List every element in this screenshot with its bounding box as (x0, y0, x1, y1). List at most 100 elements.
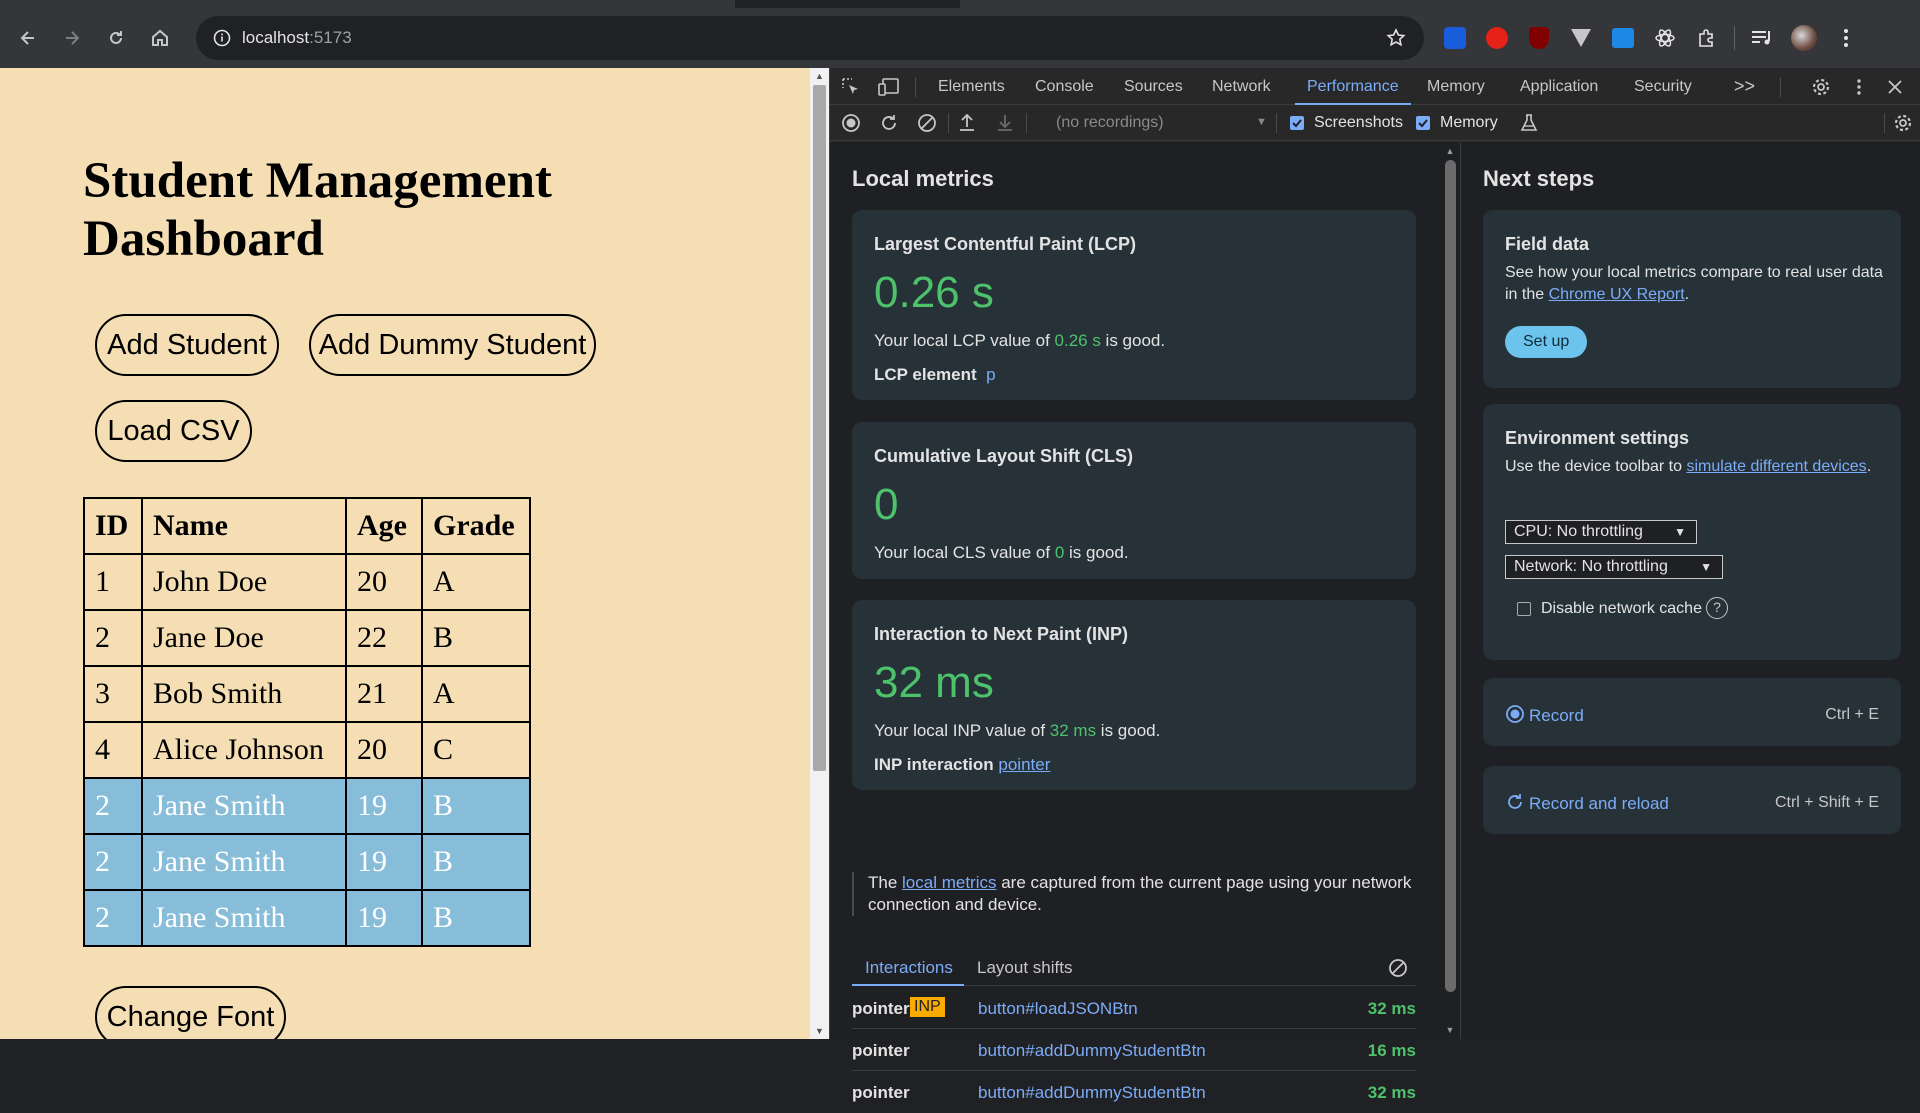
tab-interactions[interactable]: Interactions (865, 958, 953, 978)
recordings-select[interactable]: (no recordings) (1056, 114, 1164, 132)
tab-application[interactable]: Application (1520, 68, 1598, 105)
performance-toolbar: (no recordings) ▼ Screenshots Memory (830, 105, 1920, 141)
capture-settings-gear-icon[interactable] (1892, 112, 1914, 134)
simulate-devices-link[interactable]: simulate different devices (1686, 458, 1866, 475)
help-icon[interactable]: ? (1706, 597, 1728, 619)
scroll-up-arrow-icon[interactable]: ▲ (810, 71, 829, 81)
cpu-throttling-select[interactable]: CPU: No throttling ▼ (1505, 520, 1697, 544)
reload-icon[interactable] (94, 16, 138, 60)
interaction-target-link[interactable]: button#addDummyStudentBtn (978, 1083, 1206, 1103)
cell-id: 2 (83, 833, 143, 891)
screenshots-label: Screenshots (1314, 114, 1403, 131)
tab-performance[interactable]: Performance (1295, 68, 1411, 105)
interaction-row[interactable]: pointer button#addDummyStudentBtn 16 ms (852, 1029, 1416, 1071)
scrollbar-thumb[interactable] (813, 85, 826, 771)
add-student-button[interactable]: Add Student (95, 314, 279, 376)
profile-avatar[interactable] (1789, 23, 1819, 53)
reload-profile-icon[interactable] (878, 112, 900, 134)
scroll-down-arrow-icon[interactable]: ▼ (810, 1026, 829, 1036)
set-up-button[interactable]: Set up (1505, 326, 1588, 358)
page-scrollbar[interactable]: ▲ ▼ (810, 68, 829, 1039)
add-dummy-student-button[interactable]: Add Dummy Student (309, 314, 596, 376)
page-title: Student Management Dashboard (83, 153, 552, 267)
interaction-target-link[interactable]: button#addDummyStudentBtn (978, 1041, 1206, 1061)
interaction-row[interactable]: pointer INP button#loadJSONBtn 32 ms (852, 987, 1416, 1029)
chrome-menu-icon[interactable] (1831, 23, 1861, 53)
scrollbar-thumb[interactable] (1445, 160, 1456, 992)
record-and-reload-action[interactable]: Record and reload (1505, 792, 1669, 817)
record-icon[interactable] (840, 112, 862, 134)
network-throttling-select[interactable]: Network: No throttling ▼ (1505, 555, 1723, 579)
record-action[interactable]: Record (1505, 704, 1584, 729)
clear-interactions-icon[interactable] (1388, 958, 1408, 983)
table-header-row: ID Name Age Grade (83, 497, 531, 555)
extensions-puzzle-icon[interactable] (1692, 23, 1722, 53)
device-toolbar-icon[interactable] (878, 76, 900, 98)
cls-card: Cumulative Layout Shift (CLS) 0 Your loc… (852, 422, 1416, 579)
local-metrics-link[interactable]: local metrics (902, 873, 996, 892)
tab-console[interactable]: Console (1035, 68, 1094, 105)
metrics-scrollbar[interactable]: ▲ ▼ (1440, 142, 1460, 1039)
interaction-target-link[interactable]: button#loadJSONBtn (978, 999, 1138, 1019)
screen-capture-extension-icon[interactable] (1608, 23, 1638, 53)
cell-name: Jane Smith (141, 889, 347, 947)
tab-security[interactable]: Security (1634, 68, 1692, 105)
browser-tab[interactable] (960, 0, 1920, 8)
url-text: localhost:5173 (242, 28, 352, 47)
ublock-extension-icon[interactable] (1524, 23, 1554, 53)
tab-layout-shifts[interactable]: Layout shifts (977, 958, 1072, 978)
devtools-tab-bar: Elements Console Sources Network Perform… (830, 68, 1920, 105)
back-icon[interactable] (6, 16, 50, 60)
more-tabs-button[interactable]: >> (1734, 68, 1755, 105)
bookmark-star-icon[interactable] (1386, 28, 1406, 53)
youtube-extension-icon[interactable] (1482, 23, 1512, 53)
site-info-icon[interactable] (202, 29, 242, 47)
memory-checkbox[interactable] (1416, 116, 1430, 130)
close-devtools-icon[interactable] (1884, 76, 1906, 98)
chevron-down-icon: ▼ (1674, 525, 1686, 539)
garbage-collect-icon[interactable] (1518, 112, 1540, 134)
scroll-up-arrow-icon[interactable]: ▲ (1440, 146, 1460, 156)
reload-icon (1505, 792, 1525, 817)
record-reload-card[interactable]: Record and reload Ctrl + Shift + E (1483, 766, 1901, 834)
cell-name: Bob Smith (141, 665, 347, 723)
vue-devtools-extension-icon[interactable] (1566, 23, 1596, 53)
tab-elements[interactable]: Elements (938, 68, 1005, 105)
clear-icon[interactable] (916, 112, 938, 134)
inp-card: Interaction to Next Paint (INP) 32 ms Yo… (852, 600, 1416, 790)
react-devtools-extension-icon[interactable] (1650, 23, 1680, 53)
settings-gear-icon[interactable] (1810, 76, 1832, 98)
record-card[interactable]: Record Ctrl + E (1483, 678, 1901, 746)
address-bar[interactable]: localhost:5173 (196, 16, 1424, 60)
bitwarden-extension-icon[interactable] (1440, 23, 1470, 53)
tab-memory[interactable]: Memory (1427, 68, 1485, 105)
media-controls-icon[interactable] (1747, 23, 1777, 53)
chrome-ux-report-link[interactable]: Chrome UX Report (1549, 286, 1685, 303)
column-header-id: ID (83, 497, 143, 555)
next-steps-title: Next steps (1483, 166, 1595, 191)
devtools-panel: Elements Console Sources Network Perform… (830, 68, 1920, 1102)
forward-icon[interactable] (50, 16, 94, 60)
upload-profile-icon[interactable] (956, 112, 978, 134)
toolbar-separator (948, 113, 949, 133)
interaction-duration: 32 ms (1367, 1083, 1416, 1102)
interaction-row[interactable]: pointer button#addDummyStudentBtn 32 ms (852, 1071, 1416, 1113)
lcp-element-link[interactable]: p (986, 365, 995, 384)
disable-cache-label: Disable network cache (1541, 600, 1702, 617)
home-icon[interactable] (138, 16, 182, 60)
download-profile-icon[interactable] (994, 112, 1016, 134)
screenshots-checkbox[interactable] (1290, 116, 1304, 130)
cell-grade: B (421, 833, 531, 891)
load-csv-button[interactable]: Load CSV (95, 400, 252, 462)
cls-title: Cumulative Layout Shift (CLS) (874, 446, 1134, 466)
tab-sources[interactable]: Sources (1124, 68, 1183, 105)
customize-menu-icon[interactable] (1848, 76, 1870, 98)
tab-network[interactable]: Network (1212, 68, 1271, 105)
inp-interaction-link[interactable]: pointer (998, 755, 1050, 774)
change-font-button[interactable]: Change Font (95, 986, 286, 1039)
chevron-down-icon[interactable]: ▼ (1256, 116, 1267, 128)
browser-tab[interactable] (0, 0, 735, 8)
disable-cache-checkbox[interactable] (1517, 602, 1531, 616)
inspect-element-icon[interactable] (840, 76, 862, 98)
scroll-down-arrow-icon[interactable]: ▼ (1440, 1025, 1460, 1035)
